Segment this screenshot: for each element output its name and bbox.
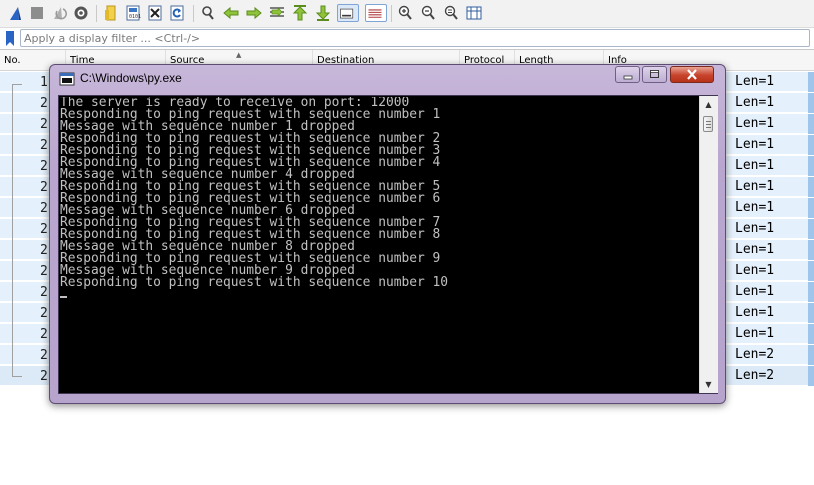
packet-info: Len=1 bbox=[735, 242, 775, 257]
packet-info: Len=1 bbox=[735, 74, 775, 89]
options-gear-icon[interactable] bbox=[72, 4, 90, 22]
packet-info: Len=1 bbox=[735, 179, 775, 194]
close-file-icon[interactable] bbox=[146, 4, 164, 22]
zoom-in-icon[interactable] bbox=[396, 4, 414, 22]
close-icon bbox=[687, 69, 697, 80]
packet-number: 2 bbox=[40, 159, 48, 174]
display-filter-bar bbox=[0, 28, 814, 50]
scroll-down-arrow-icon[interactable]: ▼ bbox=[700, 376, 717, 393]
packet-info: Len=1 bbox=[735, 305, 775, 320]
text-cursor bbox=[60, 296, 67, 298]
svg-text:0101: 0101 bbox=[129, 14, 141, 20]
resize-columns-icon[interactable] bbox=[465, 4, 483, 22]
scrollbar-thumb[interactable] bbox=[703, 116, 713, 132]
packet-number: 2 bbox=[40, 96, 48, 111]
packet-number: 2 bbox=[40, 117, 48, 132]
packet-number: 2 bbox=[40, 369, 48, 384]
save-file-icon[interactable]: 0101 bbox=[124, 4, 142, 22]
close-button[interactable] bbox=[670, 66, 714, 83]
packet-info: Len=1 bbox=[735, 116, 775, 131]
packet-info: Len=1 bbox=[735, 221, 775, 236]
shark-fin-start-icon[interactable] bbox=[6, 4, 24, 22]
find-magnifier-icon[interactable] bbox=[199, 4, 217, 22]
normal-size-icon[interactable] bbox=[442, 4, 460, 22]
packet-number: 2 bbox=[40, 138, 48, 153]
sort-ascending-icon: ▲ bbox=[236, 51, 242, 59]
packet-info: Len=1 bbox=[735, 137, 775, 152]
reload-file-icon[interactable] bbox=[168, 4, 186, 22]
scroll-up-arrow-icon[interactable]: ▲ bbox=[700, 96, 717, 113]
packet-number: 2 bbox=[40, 264, 48, 279]
packet-number: 1 bbox=[40, 75, 48, 90]
colorize-icon[interactable] bbox=[365, 4, 387, 22]
packet-number: 2 bbox=[40, 180, 48, 195]
stop-square-icon[interactable] bbox=[28, 4, 46, 22]
minimize-icon bbox=[623, 75, 632, 80]
back-arrow-icon[interactable] bbox=[222, 4, 240, 22]
console-title: C:\Windows\py.exe bbox=[80, 71, 182, 85]
zoom-out-icon[interactable] bbox=[419, 4, 437, 22]
maximize-icon bbox=[650, 70, 659, 78]
jump-to-packet-icon[interactable] bbox=[268, 4, 286, 22]
first-packet-arrow-icon[interactable] bbox=[291, 4, 309, 22]
forward-arrow-icon[interactable] bbox=[245, 4, 263, 22]
auto-scroll-icon[interactable] bbox=[337, 4, 359, 22]
packet-info: Len=2 bbox=[735, 347, 775, 362]
console-vertical-scrollbar[interactable]: ▲ ▼ bbox=[699, 96, 718, 393]
packet-info: Len=1 bbox=[735, 326, 775, 341]
display-filter-input[interactable] bbox=[20, 29, 810, 47]
restart-icon[interactable] bbox=[50, 4, 68, 22]
last-packet-arrow-icon[interactable] bbox=[314, 4, 332, 22]
packet-info: Len=2 bbox=[735, 368, 775, 383]
console-text[interactable]: The server is ready to receive on port: … bbox=[60, 97, 698, 392]
packet-info: Len=1 bbox=[735, 263, 775, 278]
console-window[interactable]: C:\Windows\py.exe The server is ready to… bbox=[49, 64, 726, 404]
packet-info: Len=1 bbox=[735, 158, 775, 173]
console-app-icon[interactable] bbox=[59, 71, 75, 87]
bookmark-icon[interactable] bbox=[5, 31, 15, 46]
packet-number: 2 bbox=[40, 201, 48, 216]
console-title-bar[interactable]: C:\Windows\py.exe bbox=[50, 65, 725, 93]
packet-info: Len=1 bbox=[735, 95, 775, 110]
packet-number: 2 bbox=[40, 327, 48, 342]
minimize-button[interactable] bbox=[615, 66, 640, 83]
maximize-button[interactable] bbox=[642, 66, 667, 83]
console-output-area[interactable]: The server is ready to receive on port: … bbox=[58, 95, 718, 394]
packet-number: 2 bbox=[40, 222, 48, 237]
packet-number: 2 bbox=[40, 348, 48, 363]
packet-number: 2 bbox=[40, 306, 48, 321]
packet-info: Len=1 bbox=[735, 200, 775, 215]
packet-number: 2 bbox=[40, 243, 48, 258]
conversation-bracket bbox=[12, 84, 13, 376]
open-folder-icon[interactable] bbox=[102, 4, 120, 22]
packet-info: Len=1 bbox=[735, 284, 775, 299]
packet-number: 2 bbox=[40, 285, 48, 300]
console-line: Responding to ping request with sequence… bbox=[60, 275, 449, 290]
main-toolbar: 0101 bbox=[0, 0, 814, 28]
